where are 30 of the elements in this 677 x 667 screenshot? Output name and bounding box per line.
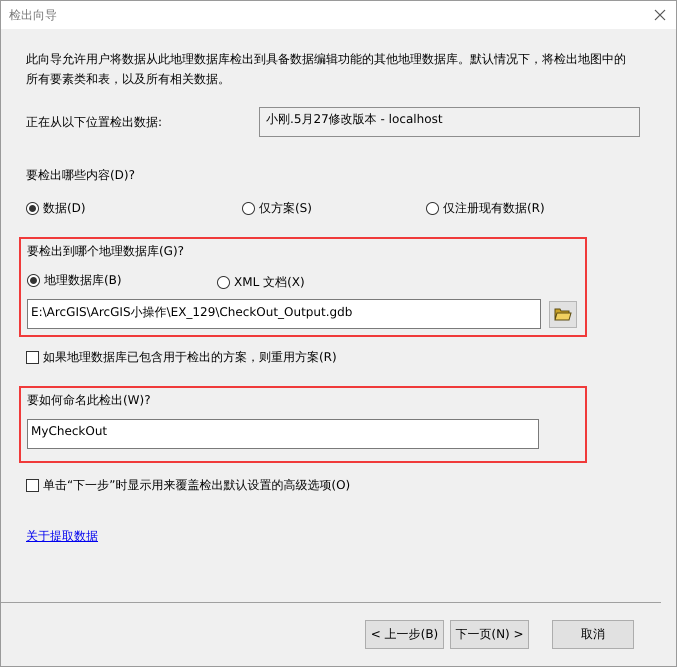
checkbox[interactable] xyxy=(26,351,39,364)
name-label: 要如何命名此检出(W)? xyxy=(27,392,152,409)
window-title: 检出向导 xyxy=(9,6,57,24)
radio-label: 地理数据库(B) xyxy=(44,272,122,289)
wizard-button[interactable]: 下一页(N) > xyxy=(450,620,529,649)
path-field[interactable]: E:\ArcGIS\ArcGIS小操作\EX_129\CheckOut_Output.gdb xyxy=(27,299,541,329)
name-field[interactable]: MyCheckOut xyxy=(27,419,539,449)
checkbox-label: 单击“下一步”时显示用来覆盖检出默认设置的高级选项(O) xyxy=(43,477,350,494)
radio-label: XML 文档(X) xyxy=(234,274,305,291)
radio-label: 仅注册现有数据(R) xyxy=(443,200,545,217)
folder-icon xyxy=(554,307,572,321)
source-field: 小刚.5月27修改版本 - localhost xyxy=(259,107,640,137)
target-label: 要检出到哪个地理数据库(G)? xyxy=(27,243,186,260)
about-link[interactable]: 关于提取数据 xyxy=(26,529,98,543)
radio-button[interactable] xyxy=(426,202,439,215)
radio-label: 数据(D) xyxy=(43,200,86,217)
wizard-button[interactable]: 取消 xyxy=(552,620,634,649)
source-label: 正在从以下位置检出数据: xyxy=(26,114,164,130)
radio-button[interactable] xyxy=(27,274,40,287)
browse-button[interactable] xyxy=(549,300,577,328)
wizard-button[interactable]: < 上一步(B) xyxy=(365,620,444,649)
close-icon[interactable] xyxy=(654,9,666,21)
radio-button[interactable] xyxy=(26,202,39,215)
radio-button[interactable] xyxy=(217,276,230,289)
checkbox[interactable] xyxy=(26,479,39,492)
checkbox-label: 如果地理数据库已包含用于检出的方案，则重用方案(R) xyxy=(43,349,337,366)
description-text: 此向导允许用户将数据从此地理数据库检出到具备数据编辑功能的其他地理数据库。默认情况下，将检出地图中的所有要素类和表，以及所有相关数据。 xyxy=(26,51,626,88)
radio-label: 仅方案(S) xyxy=(259,200,312,217)
content-label: 要检出哪些内容(D)? xyxy=(26,167,136,184)
radio-button[interactable] xyxy=(242,202,255,215)
